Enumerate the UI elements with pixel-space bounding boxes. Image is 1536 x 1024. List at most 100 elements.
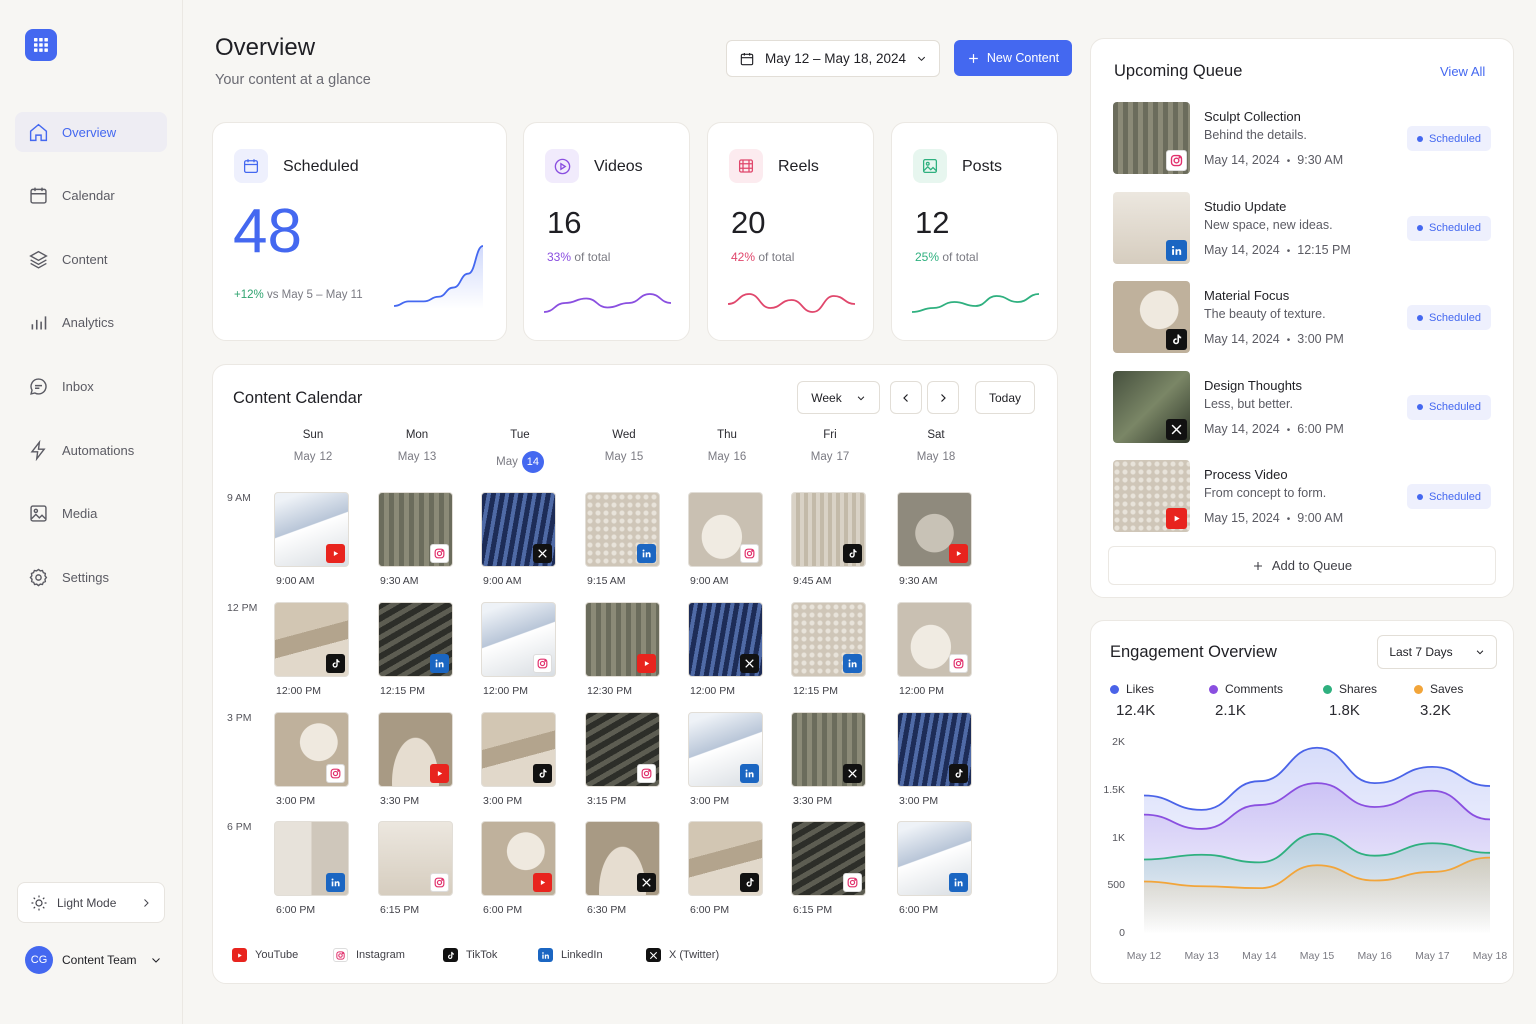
status-badge: Scheduled xyxy=(1407,394,1491,420)
team-switcher[interactable]: CG Content Team xyxy=(25,946,162,974)
instagram-icon xyxy=(333,948,348,962)
scheduled-change: +12% xyxy=(234,289,264,301)
queue-item-time: 12:15 PM xyxy=(1297,242,1351,257)
content-thumbnail[interactable] xyxy=(274,492,349,567)
legend-item: Instagram xyxy=(333,948,405,962)
content-thumbnail[interactable] xyxy=(274,602,349,677)
queue-item[interactable]: Sculpt Collection Behind the details. May … xyxy=(1113,102,1493,174)
reels-card[interactable]: Reels 20 42% of total xyxy=(707,122,874,341)
view-all-link[interactable]: View All xyxy=(1440,64,1485,79)
view-select[interactable]: Week xyxy=(797,381,880,414)
content-thumbnail[interactable] xyxy=(897,602,972,677)
sparkline-line xyxy=(727,293,856,313)
sidebar-item-inbox[interactable]: Inbox xyxy=(15,366,167,406)
sidebar-item-media[interactable]: Media xyxy=(15,493,167,533)
content-thumbnail[interactable] xyxy=(481,712,556,787)
videos-value: 16 xyxy=(547,205,582,240)
content-thumbnail[interactable] xyxy=(688,712,763,787)
metric-label: Saves xyxy=(1430,682,1464,696)
posts-card[interactable]: Posts 12 25% of total xyxy=(891,122,1058,341)
queue-thumbnail xyxy=(1113,460,1190,532)
queue-item-subtitle: Behind the details. xyxy=(1204,128,1307,142)
plus-icon xyxy=(969,53,978,63)
chevron-down-icon xyxy=(151,958,160,963)
date-range-picker[interactable]: May 12 – May 18, 2024 xyxy=(726,40,940,77)
videos-card[interactable]: Videos 16 33% of total xyxy=(523,122,690,341)
sidebar-item-content[interactable]: Content xyxy=(15,239,167,279)
legend-item: TikTok xyxy=(443,948,497,962)
sidebar-item-overview[interactable]: Overview xyxy=(15,112,167,152)
content-thumbnail[interactable] xyxy=(791,712,866,787)
content-thumbnail[interactable] xyxy=(791,492,866,567)
theme-label: Light Mode xyxy=(57,895,117,910)
day-name: Sat xyxy=(927,429,945,441)
calendar-title: Content Calendar xyxy=(233,389,363,407)
sidebar-item-label: Analytics xyxy=(62,314,115,330)
reels-title: Reels xyxy=(778,158,819,175)
separator-dot: • xyxy=(1286,245,1291,257)
new-content-button[interactable]: New Content xyxy=(954,40,1072,76)
content-thumbnail[interactable] xyxy=(274,712,349,787)
slot-time: 3:00 PM xyxy=(483,795,523,807)
day-header[interactable]: Sat May 18 xyxy=(891,429,981,463)
x-tick-label: May 16 xyxy=(1357,950,1392,962)
content-thumbnail[interactable] xyxy=(481,821,556,896)
content-thumbnail[interactable] xyxy=(585,602,660,677)
content-thumbnail[interactable] xyxy=(378,602,453,677)
day-header[interactable]: Mon May 13 xyxy=(372,429,462,463)
next-week-button[interactable] xyxy=(927,381,959,414)
content-thumbnail[interactable] xyxy=(688,602,763,677)
queue-item[interactable]: Design Thoughts Less, but better. May 14, … xyxy=(1113,370,1493,443)
day-header[interactable]: Thu May 16 xyxy=(682,429,772,463)
day-month: May xyxy=(604,451,627,463)
calendar-icon xyxy=(740,52,754,65)
content-thumbnail[interactable] xyxy=(791,821,866,896)
sidebar-item-analytics[interactable]: Analytics xyxy=(15,302,167,342)
content-thumbnail[interactable] xyxy=(585,492,660,567)
x-tick-label: May 12 xyxy=(1126,950,1162,962)
slot-time: 9:00 AM xyxy=(276,575,315,587)
today-button[interactable]: Today xyxy=(975,381,1035,414)
theme-toggle[interactable]: Light Mode xyxy=(17,882,165,923)
youtube-icon xyxy=(533,873,552,892)
day-header[interactable]: Tue May 14 xyxy=(475,429,565,473)
prev-week-button[interactable] xyxy=(890,381,922,414)
tiktok-icon xyxy=(533,764,552,783)
queue-item[interactable]: Process Video From concept to form. May 15… xyxy=(1113,460,1493,532)
content-thumbnail[interactable] xyxy=(481,492,556,567)
app-logo[interactable] xyxy=(25,29,57,61)
day-header[interactable]: Sun May 12 xyxy=(268,429,358,463)
sidebar-item-calendar[interactable]: Calendar xyxy=(15,175,167,215)
content-thumbnail[interactable] xyxy=(378,712,453,787)
metric-dot xyxy=(1209,685,1218,694)
content-thumbnail[interactable] xyxy=(585,821,660,896)
content-thumbnail[interactable] xyxy=(378,492,453,567)
queue-item[interactable]: Studio Update New space, new ideas. May 14… xyxy=(1113,191,1493,264)
slot-time: 9:30 AM xyxy=(380,575,419,587)
content-thumbnail[interactable] xyxy=(274,821,349,896)
content-thumbnail[interactable] xyxy=(897,492,972,567)
content-thumbnail[interactable] xyxy=(897,712,972,787)
range-select[interactable]: Last 7 Days xyxy=(1377,635,1497,669)
y-tick-label: 500 xyxy=(1107,879,1125,892)
slot-time: 9:15 AM xyxy=(587,575,626,587)
sparkline-line xyxy=(911,293,1040,313)
sidebar-item-label: Automations xyxy=(62,442,135,458)
content-thumbnail[interactable] xyxy=(585,712,660,787)
add-to-queue-button[interactable]: Add to Queue xyxy=(1108,546,1496,585)
chevron-right-icon xyxy=(941,393,946,402)
content-thumbnail[interactable] xyxy=(791,602,866,677)
content-thumbnail[interactable] xyxy=(688,492,763,567)
queue-item-date: May 15, 2024 xyxy=(1204,511,1280,525)
content-thumbnail[interactable] xyxy=(688,821,763,896)
content-thumbnail[interactable] xyxy=(378,821,453,896)
content-thumbnail[interactable] xyxy=(481,602,556,677)
chevron-down-icon xyxy=(917,56,926,62)
queue-item[interactable]: Material Focus The beauty of texture. May … xyxy=(1113,281,1493,353)
content-thumbnail[interactable] xyxy=(897,821,972,896)
scheduled-card[interactable]: Scheduled 48 +12% vs May 5 – May 11 xyxy=(212,122,507,341)
sidebar-item-settings[interactable]: Settings xyxy=(15,557,167,597)
day-header[interactable]: Fri May 17 xyxy=(785,429,875,463)
sidebar-item-automations[interactable]: Automations xyxy=(15,430,167,470)
day-header[interactable]: Wed May 15 xyxy=(579,429,669,463)
